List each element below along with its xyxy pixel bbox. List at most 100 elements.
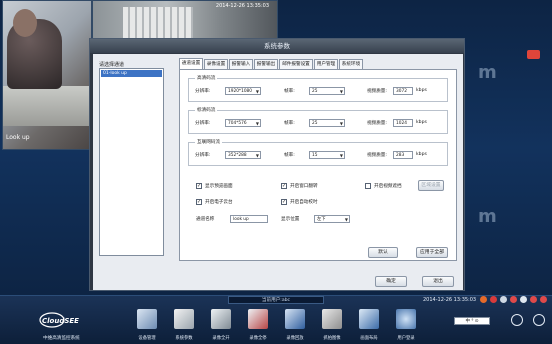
dock-label: 用户登录 — [397, 336, 415, 341]
default-button[interactable]: 默认 — [368, 247, 398, 258]
video-mirror-label: 开启视频遮挡 — [374, 184, 402, 189]
fps-label: 帧率: — [284, 121, 295, 126]
resolution-select[interactable]: 704*576 ▼ — [225, 119, 261, 127]
dock-label: 录像回放 — [286, 336, 304, 341]
tab-user-management[interactable]: 用户管理 — [314, 59, 338, 69]
chevron-down-icon: ▼ — [344, 217, 348, 222]
tab-channel-settings[interactable]: 通道设置 — [179, 58, 203, 69]
dock-label: 录像全停 — [249, 336, 267, 341]
system-params-icon[interactable] — [174, 309, 194, 329]
tab-record-settings[interactable]: 录像设置 — [204, 59, 228, 69]
fps-select[interactable]: 25 ▼ — [309, 87, 345, 95]
unit-label: kbps — [416, 120, 427, 125]
tab-alarm-output[interactable]: 报警输出 — [254, 59, 278, 69]
record-all-on-icon[interactable] — [211, 309, 231, 329]
minimize-icon[interactable] — [511, 314, 523, 326]
unit-label: kbps — [416, 88, 427, 93]
fps-select[interactable]: 15 ▼ — [309, 151, 345, 159]
quality-input[interactable]: 283 — [393, 151, 413, 159]
dialog-title: 系统参数 — [90, 39, 464, 53]
app-name: 中维高清监控系统 — [43, 336, 80, 341]
select-value: 左下 — [317, 217, 326, 222]
select-value: 352*288 — [228, 153, 247, 158]
main-stream-group: 高清码流 分辨率: 1920*1080 ▼ 帧率: 25 ▼ 视频质量: 3072 … — [188, 75, 448, 102]
snapshot-icon[interactable] — [322, 309, 342, 329]
input-method-indicator[interactable]: 中 ⁹ ⊙ — [454, 317, 490, 325]
fps-label: 帧率: — [284, 89, 295, 94]
fps-select[interactable]: 25 ▼ — [309, 119, 345, 127]
ptz-label: 开启电子云台 — [205, 200, 233, 205]
select-value: 15 — [312, 153, 318, 158]
unit-label: kbps — [416, 152, 427, 157]
power-off-icon[interactable] — [533, 314, 545, 326]
resolution-select[interactable]: 352*288 ▼ — [225, 151, 261, 159]
channel-list-label: 请选择通道 — [99, 62, 125, 68]
logo-text: CloudSEE — [42, 317, 79, 325]
window-flip-checkbox[interactable]: ✓ — [281, 183, 287, 189]
group-label: 标清码流 — [195, 107, 218, 113]
clock: 2014-12-26 13:35:03 — [423, 297, 477, 303]
resolution-label: 分辨率: — [195, 153, 211, 158]
watermark-text: m — [478, 206, 497, 227]
scene-desk — [3, 86, 91, 126]
chevron-down-icon: ▼ — [339, 89, 343, 94]
screen-layout-icon[interactable] — [359, 309, 379, 329]
network-icon[interactable] — [480, 296, 487, 303]
channel-name-label: 通道名称 — [196, 217, 215, 222]
display-position-label: 显示位置 — [281, 217, 300, 222]
channel-list[interactable]: 01-look up — [99, 68, 164, 256]
show-frame-checkbox[interactable]: ✓ — [196, 183, 202, 189]
record-icon[interactable] — [490, 296, 497, 303]
tab-email-alarm[interactable]: 邮件报警设置 — [279, 59, 313, 69]
settings-icon[interactable] — [500, 296, 507, 303]
camera-view-2[interactable]: 2014-12-26 13:35:03 — [92, 0, 278, 40]
sound-icon[interactable] — [520, 296, 527, 303]
resolution-label: 分辨率: — [195, 89, 211, 94]
dock-label: 画面布局 — [360, 336, 378, 341]
record-all-stop-icon[interactable] — [248, 309, 268, 329]
select-value: 25 — [312, 121, 318, 126]
quality-input[interactable]: 1024 — [393, 119, 413, 127]
resolution-label: 分辨率: — [195, 121, 211, 126]
scene-shelf — [123, 7, 193, 39]
info-icon[interactable] — [530, 296, 537, 303]
dock-label: 抓拍图像 — [323, 336, 341, 341]
sub-stream-group: 标清码流 分辨率: 704*576 ▼ 帧率: 25 ▼ 视频质量: 1024 kb… — [188, 107, 448, 134]
chevron-down-icon: ▼ — [255, 121, 259, 126]
watermark-text: m — [478, 62, 497, 83]
fps-label: 帧率: — [284, 153, 295, 158]
chevron-down-icon: ▼ — [339, 121, 343, 126]
dock-label: 录像全开 — [212, 336, 230, 341]
region-settings-button[interactable]: 区域设置 — [418, 180, 444, 191]
dock-label: 系统参数 — [175, 336, 193, 341]
group-label: 高清码流 — [195, 75, 218, 81]
apply-all-button[interactable]: 应用于全部 — [416, 247, 448, 258]
quality-label: 视频质量: — [367, 89, 387, 94]
select-value: 25 — [312, 89, 318, 94]
user-login-icon[interactable] — [396, 309, 416, 329]
camera-timestamp: 2014-12-26 13:35:03 — [215, 3, 269, 9]
channel-settings-panel: 高清码流 分辨率: 1920*1080 ▼ 帧率: 25 ▼ 视频质量: 3072 … — [179, 69, 457, 261]
playback-icon[interactable] — [285, 309, 305, 329]
alarm-icon[interactable] — [510, 296, 517, 303]
tab-system-env[interactable]: 系统环境 — [339, 59, 363, 69]
quality-label: 视频质量: — [367, 121, 387, 126]
ok-button[interactable]: 确定 — [375, 276, 407, 287]
ptz-checkbox[interactable]: ✓ — [196, 199, 202, 205]
resolution-select[interactable]: 1920*1080 ▼ — [225, 87, 261, 95]
camera-view-1[interactable]: Look up — [2, 0, 92, 150]
brand-icon — [527, 50, 540, 59]
exit-button[interactable]: 退出 — [422, 276, 454, 287]
window-flip-label: 开启窗口翻转 — [290, 184, 318, 189]
quality-input[interactable]: 3072 — [393, 87, 413, 95]
camera-label: Look up — [6, 134, 30, 141]
video-mirror-checkbox[interactable] — [365, 183, 371, 189]
device-manage-icon[interactable] — [137, 309, 157, 329]
auto-time-checkbox[interactable]: ✓ — [281, 199, 287, 205]
power-icon[interactable] — [540, 296, 547, 303]
current-user-bar: 当前用户:abc — [228, 296, 324, 304]
channel-item[interactable]: 01-look up — [101, 70, 162, 77]
channel-name-input[interactable]: look up — [230, 215, 268, 223]
display-position-select[interactable]: 左下 ▼ — [314, 215, 350, 223]
tab-alarm-input[interactable]: 报警输入 — [229, 59, 253, 69]
